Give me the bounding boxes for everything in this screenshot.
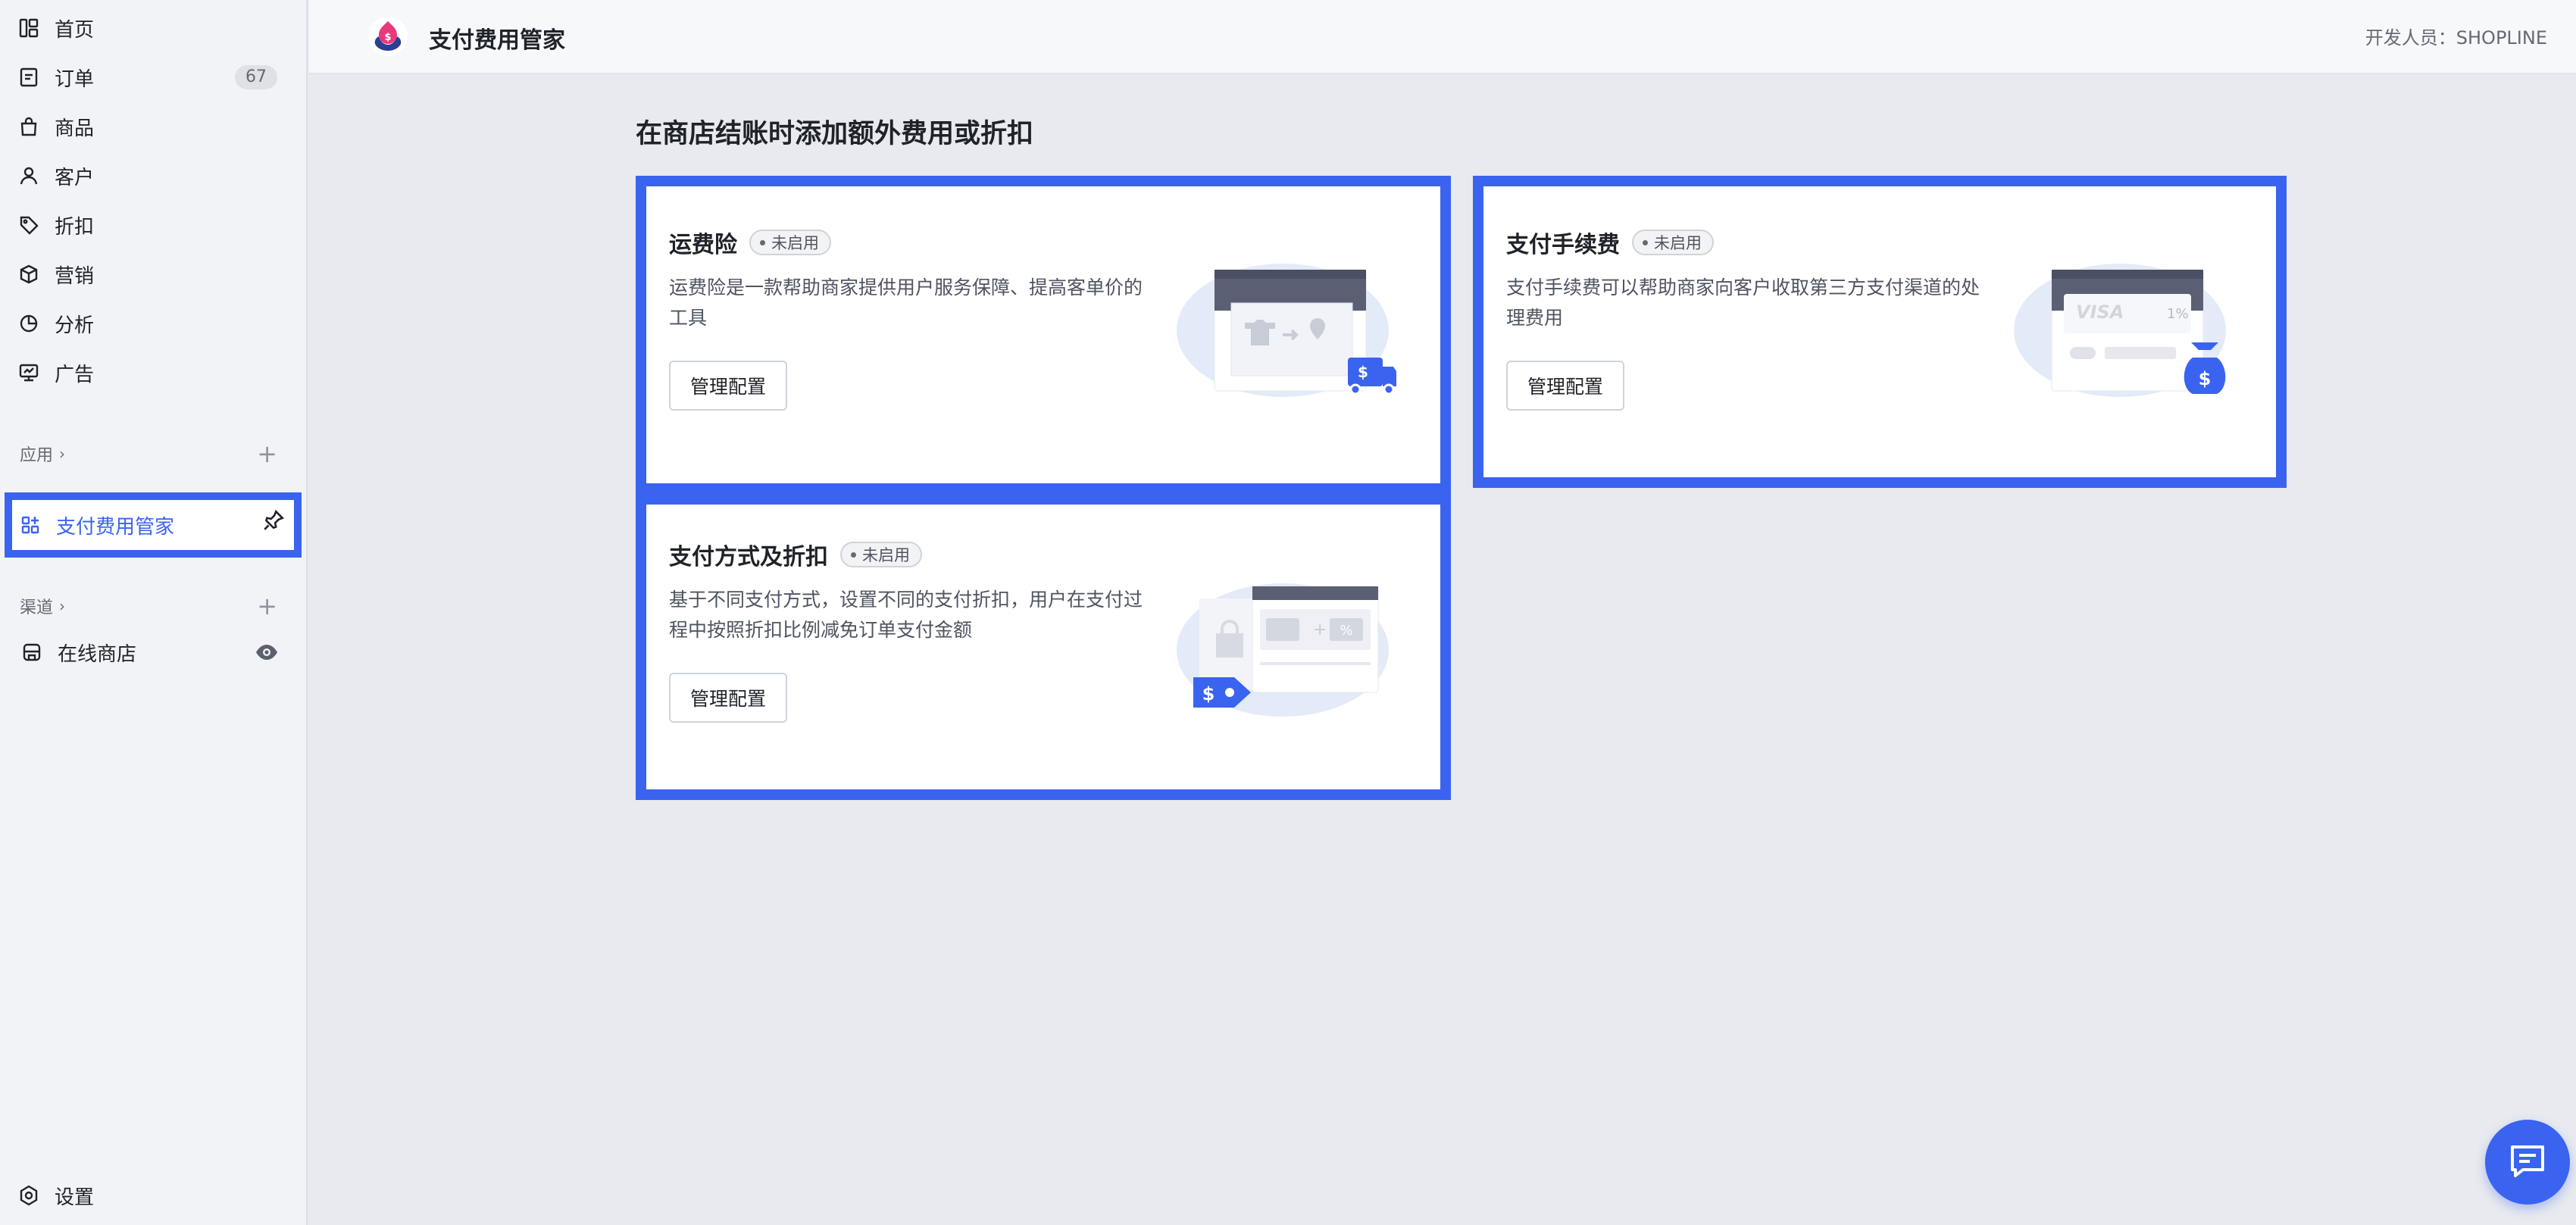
chevron-right-icon: › — [59, 445, 66, 463]
card-title-row: 运费险 未启用 — [669, 226, 831, 259]
chat-support-button[interactable] — [2485, 1120, 2570, 1205]
app-root: 首页 订单 67 商品 客户 折扣 营销 分析 广告 应用 › + 支付费用管家… — [0, 0, 2576, 1225]
store-icon — [21, 642, 42, 663]
app-logo: $ — [368, 17, 408, 56]
percent-text: % — [1340, 623, 1352, 639]
card-title: 支付手续费 — [1506, 232, 1620, 258]
developer-info: 开发人员：SHOPLINE — [2365, 27, 2547, 48]
ad-icon — [18, 362, 39, 383]
svg-text:$: $ — [1202, 683, 1215, 705]
shipping-insurance-illustration: $ — [1177, 264, 1396, 397]
card-description: 运费险是一款帮助商家提供用户服务保障、提高客单价的工具 — [669, 277, 1143, 329]
card-title-row: 支付手续费 未启用 — [1506, 226, 1714, 259]
sidebar-item-label: 在线商店 — [58, 642, 137, 666]
order-icon — [18, 67, 39, 88]
status-text: 未启用 — [771, 234, 819, 252]
status-dot — [1643, 239, 1648, 245]
dashboard-icon — [18, 17, 39, 39]
sidebar-item-payment-fee-manager[interactable]: 支付费用管家 — [5, 492, 302, 558]
sidebar-item-label: 客户 — [55, 166, 95, 189]
sidebar-item-ads[interactable]: 广告 — [18, 350, 285, 395]
sidebar-item-analytics[interactable]: 分析 — [18, 301, 285, 346]
sidebar-item-label: 广告 — [55, 363, 95, 386]
manage-config-button[interactable]: 管理配置 — [669, 361, 788, 411]
box-icon — [18, 264, 39, 285]
svg-text:$: $ — [2199, 368, 2212, 389]
sidebar-item-settings[interactable]: 设置 — [18, 1173, 285, 1218]
manage-config-button[interactable]: 管理配置 — [1506, 361, 1625, 411]
settings-icon — [18, 1185, 39, 1206]
status-badge: 未启用 — [749, 230, 831, 255]
card-description: 基于不同支付方式，设置不同的支付折扣，用户在支付过程中按照折扣比例减免订单支付金… — [669, 589, 1143, 641]
sidebar-item-label: 折扣 — [55, 215, 95, 239]
card-body: 支付手续费 未启用 支付手续费可以帮助商家向客户收取第三方支付渠道的处理费用 管… — [1483, 186, 2276, 477]
sidebar-item-marketing[interactable]: 营销 — [18, 252, 285, 297]
eye-icon[interactable] — [255, 642, 279, 663]
sidebar-item-label: 营销 — [55, 264, 95, 288]
payment-discount-illustration: + % $ — [1177, 583, 1389, 717]
svg-text:+: + — [1313, 620, 1327, 639]
payment-fee-illustration: VISA 1% $ — [2014, 264, 2226, 397]
sidebar-item-online-store[interactable]: 在线商店 — [21, 630, 288, 675]
card-description: 支付手续费可以帮助商家向客户收取第三方支付渠道的处理费用 — [1506, 277, 1980, 329]
manage-config-button[interactable]: 管理配置 — [669, 673, 788, 723]
sidebar-item-home[interactable]: 首页 — [18, 5, 285, 51]
tag-icon — [18, 214, 39, 236]
card-title-row: 支付方式及折扣 未启用 — [669, 538, 922, 571]
chat-icon — [2506, 1139, 2549, 1185]
app-header: $ 支付费用管家 开发人员：SHOPLINE — [309, 0, 2576, 74]
active-app-label: 支付费用管家 — [56, 515, 175, 539]
sidebar-item-products[interactable]: 商品 — [18, 104, 285, 149]
apps-section-header[interactable]: 应用 › + — [20, 439, 277, 469]
svg-text:$: $ — [1358, 363, 1368, 381]
card-payment-fee: 支付手续费 未启用 支付手续费可以帮助商家向客户收取第三方支付渠道的处理费用 管… — [1473, 176, 2287, 488]
card-title: 支付方式及折扣 — [669, 544, 828, 570]
card-title: 运费险 — [669, 232, 737, 258]
sidebar-item-label: 商品 — [55, 117, 95, 140]
status-text: 未启用 — [1654, 234, 1702, 252]
card-payment-method-discount: 支付方式及折扣 未启用 基于不同支付方式，设置不同的支付折扣，用户在支付过程中按… — [636, 494, 1451, 800]
orders-count-badge: 67 — [235, 65, 277, 89]
active-app-row: 支付费用管家 — [20, 505, 286, 545]
page-title: 在商店结账时添加额外费用或折扣 — [636, 119, 1034, 149]
user-icon — [18, 165, 39, 186]
sidebar-item-discounts[interactable]: 折扣 — [18, 202, 285, 248]
card-body: 支付方式及折扣 未启用 基于不同支付方式，设置不同的支付折扣，用户在支付过程中按… — [646, 505, 1440, 789]
svg-text:$: $ — [384, 32, 391, 43]
bag-icon — [18, 116, 39, 137]
pin-icon[interactable] — [262, 509, 285, 532]
apps-icon — [20, 514, 41, 536]
status-badge: 未启用 — [840, 542, 922, 567]
sidebar-item-label: 首页 — [55, 18, 95, 42]
card-shipping-insurance: 运费险 未启用 运费险是一款帮助商家提供用户服务保障、提高客单价的工具 管理配置 — [636, 176, 1451, 494]
pie-icon — [18, 313, 39, 334]
sidebar-item-label: 分析 — [55, 314, 95, 337]
sidebar-item-customers[interactable]: 客户 — [18, 153, 285, 198]
status-badge: 未启用 — [1632, 230, 1714, 255]
status-dot — [760, 239, 765, 245]
add-channel-icon[interactable]: + — [257, 592, 277, 620]
app-title: 支付费用管家 — [429, 27, 565, 54]
sidebar: 首页 订单 67 商品 客户 折扣 营销 分析 广告 应用 › + 支付费用管家… — [0, 0, 308, 1225]
apps-section-label: 应用 — [20, 446, 54, 465]
status-dot — [851, 552, 856, 558]
channels-section-label: 渠道 — [20, 598, 54, 617]
card-body: 运费险 未启用 运费险是一款帮助商家提供用户服务保障、提高客单价的工具 管理配置 — [646, 186, 1440, 483]
sidebar-item-orders[interactable]: 订单 67 — [18, 55, 285, 100]
status-text: 未启用 — [862, 546, 910, 564]
sidebar-item-label: 订单 — [55, 67, 95, 91]
rate-text: 1% — [2167, 306, 2189, 322]
visa-text: VISA — [2076, 302, 2124, 323]
sidebar-item-label: 设置 — [55, 1186, 95, 1209]
chevron-right-icon: › — [59, 597, 66, 615]
add-app-icon[interactable]: + — [257, 440, 277, 467]
channels-section-header[interactable]: 渠道 › + — [20, 591, 277, 621]
